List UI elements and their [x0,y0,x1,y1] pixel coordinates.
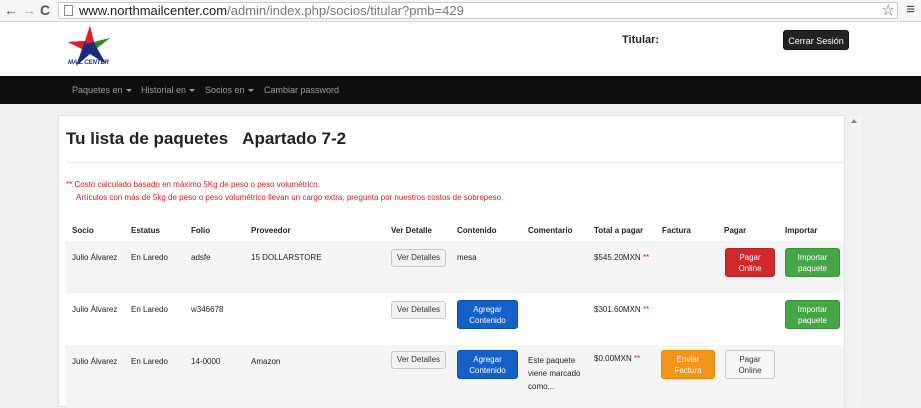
nav-paquetes-dropdown[interactable]: Paquetes en [72,85,132,95]
button-label: Contenido [469,316,506,325]
cell-total: $0.00MXN ** [594,353,640,364]
page-icon [64,5,73,16]
cell-folio: 14-0000 [191,357,221,366]
col-socio: Socio [72,226,94,235]
col-importar: Importar [785,226,818,235]
cell-estatus: En Laredo [131,357,168,366]
button-label: Contenido [469,366,506,375]
cell-contenido: mesa [457,253,477,262]
cell-total: $545.20MXN ** [594,252,649,263]
table-row: Julio Álvarez En Laredo 14-0000 Amazon V… [66,345,844,408]
cell-comentario: Este paquete viene marcado como... [528,356,581,391]
col-comentario: Comentario [528,226,573,235]
cell-socio: Julio Álvarez [72,357,118,366]
caret-down-icon [125,89,132,93]
nav-cambiar-password[interactable]: Cambiar password [264,85,339,95]
logo-text: MAIL CENTER [68,60,109,66]
overweight-note: Artículos con más de 5kg de peso o peso … [76,193,504,202]
button-label: Enviar [676,355,700,364]
cell-proveedor: Amazon [251,357,281,366]
enviar-factura-button[interactable]: Enviar Factura [661,350,715,379]
button-label: paquete [798,264,827,273]
button-label: Factura [674,366,702,375]
total-amount: $545.20MXN [594,253,641,262]
button-label: Pagar [739,253,761,262]
scroll-up-icon[interactable] [851,119,857,123]
total-amount: $301.60MXN [594,305,641,314]
browser-toolbar: ← → C www.northmailcenter.com/admin/inde… [0,0,921,22]
ver-detalles-button[interactable]: Ver Detalles [391,351,446,369]
nav-item-label: Socios en [205,85,245,95]
button-label: Importar [797,253,828,262]
nav-socios-dropdown[interactable]: Socios en [205,85,254,95]
total-marker: ** [634,354,641,363]
site-header: MAIL CENTER Titular: Cerrar Sesión [0,22,921,76]
importar-paquete-button[interactable]: Importar paquete [785,300,840,329]
ver-detalles-button[interactable]: Ver Detalles [391,249,446,267]
page-title: Tu lista de paquetes Apartado 7-2 [66,129,346,149]
table-row: Julio Álvarez En Laredo w346678 Ver Deta… [66,293,844,345]
nav-historial-dropdown[interactable]: Historial en [141,85,196,95]
col-factura: Factura [662,226,691,235]
cost-note: ** Costo calculado basado en máximo 5Kg … [66,180,320,189]
nav-item-label: Historial en [141,85,187,95]
col-total: Total a pagar [594,226,644,235]
caret-down-icon [189,89,196,93]
cell-folio: w346678 [191,305,224,314]
apartado-label: Apartado 7-2 [242,129,347,148]
url-path: /admin/index.php/socios/titular?pmb=429 [227,3,464,18]
address-bar[interactable]: www.northmailcenter.com/admin/index.php/… [58,2,898,19]
col-proveedor: Proveedor [251,226,291,235]
reload-icon[interactable]: C [40,2,50,18]
caret-down-icon [247,89,254,93]
url-host: www.northmailcenter.com [79,3,228,18]
col-contenido: Contenido [457,226,497,235]
total-marker: ** [642,305,650,314]
cell-estatus: En Laredo [131,305,168,314]
ver-detalles-button[interactable]: Ver Detalles [391,301,446,319]
logout-button[interactable]: Cerrar Sesión [783,30,849,50]
titular-label: Titular: [622,34,660,46]
cell-socio: Julio Álvarez [72,305,118,314]
back-arrow-icon[interactable]: ← [4,2,18,18]
main-content: Tu lista de paquetes Apartado 7-2 ** Cost… [58,115,845,408]
divider [66,162,844,163]
agregar-contenido-button[interactable]: Agregar Contenido [457,350,518,379]
browser-menu-icon[interactable]: ≡ [906,1,915,18]
total-marker: ** [642,253,650,262]
col-pagar: Pagar [724,226,747,235]
cell-socio: Julio Álvarez [72,253,118,262]
cell-folio: adsfe [191,253,211,262]
button-label: Pagar [739,355,761,364]
page-title-text: Tu lista de paquetes [66,129,229,148]
bookmark-star-icon[interactable]: ☆ [882,1,895,19]
cell-proveedor: 15 DOLLARSTORE [251,253,322,262]
cell-estatus: En Laredo [131,253,168,262]
scrollbar[interactable] [848,115,862,407]
button-label: Agregar [473,305,502,314]
button-label: Importar [797,305,828,314]
pagar-online-button[interactable]: Pagar Online [725,350,775,379]
button-label: Online [738,366,762,375]
forward-arrow-icon[interactable]: → [22,2,36,18]
col-folio: Folio [191,226,211,235]
cell-total: $301.60MXN ** [594,304,649,315]
main-navbar: Paquetes en Historial en Socios en Cambi… [0,76,921,104]
total-amount: $0.00MXN [594,354,632,363]
nav-item-label: Paquetes en [72,85,123,95]
button-label: Agregar [473,355,502,364]
button-label: Online [738,264,762,273]
col-ver-detalle: Ver Detalle [391,226,432,235]
table-row: Julio Álvarez En Laredo adsfe 15 DOLLARS… [66,241,844,293]
pagar-online-button[interactable]: Pagar Online [725,248,775,277]
button-label: paquete [798,316,827,325]
agregar-contenido-button[interactable]: Agregar Contenido [457,300,518,329]
col-estatus: Estatus [131,226,160,235]
importar-paquete-button[interactable]: Importar paquete [785,248,840,277]
